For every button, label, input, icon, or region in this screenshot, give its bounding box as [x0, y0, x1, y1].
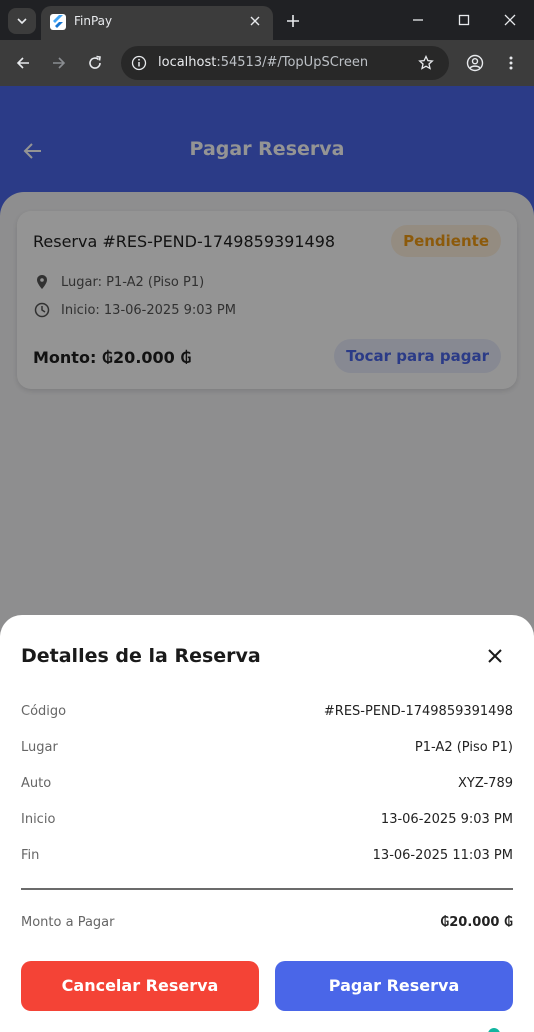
app-viewport: Pagar Reserva Reserva #RES-PEND-17498593…	[0, 86, 534, 1032]
plus-icon	[287, 15, 299, 27]
detail-label: Código	[21, 704, 67, 719]
modal-title: Detalles de la Reserva	[21, 645, 261, 667]
detail-value: 13-06-2025 11:03 PM	[372, 848, 513, 863]
back-nav-button[interactable]	[11, 51, 35, 75]
new-tab-button[interactable]	[281, 9, 305, 33]
cancel-reservation-button[interactable]: Cancelar Reserva	[21, 961, 259, 1011]
reload-icon	[89, 55, 101, 69]
close-window-button[interactable]	[497, 8, 523, 32]
browser-tabstrip: FinPay	[0, 0, 534, 40]
detail-value: 13-06-2025 9:03 PM	[380, 812, 513, 827]
detail-value: P1-A2 (Piso P1)	[414, 740, 513, 755]
maximize-button[interactable]	[451, 8, 477, 32]
tab-search-button[interactable]	[8, 8, 36, 34]
close-icon	[488, 649, 502, 663]
address-bar[interactable]: localhost:54513/#/TopUpSCreen	[121, 46, 449, 80]
close-icon	[504, 14, 516, 26]
url-path: :54513/#/TopUpSCreen	[216, 55, 369, 70]
detail-value: #RES-PEND-1749859391498	[323, 704, 513, 719]
detail-row-car: Auto XYZ-789	[21, 776, 513, 796]
forward-nav-button[interactable]	[47, 51, 71, 75]
flutter-icon	[50, 14, 66, 30]
minimize-icon	[413, 19, 423, 21]
reservation-details-sheet: Detalles de la Reserva Código #RES-PEND-…	[0, 615, 534, 1032]
divider	[21, 888, 513, 890]
url-text: localhost:54513/#/TopUpSCreen	[158, 55, 368, 70]
arrow-right-icon	[53, 57, 66, 69]
more-vert-icon	[509, 56, 513, 70]
detail-label: Fin	[21, 848, 40, 863]
arrow-left-icon	[16, 57, 29, 69]
maximize-icon	[458, 14, 470, 26]
detail-row-code: Código #RES-PEND-1749859391498	[21, 704, 513, 724]
browser-toolbar: localhost:54513/#/TopUpSCreen	[0, 40, 534, 86]
close-button[interactable]	[484, 645, 506, 667]
url-host: localhost	[158, 55, 217, 70]
profile-button[interactable]	[463, 51, 487, 75]
detail-row-end: Fin 13-06-2025 11:03 PM	[21, 848, 513, 868]
total-value: ₲20.000 ₲	[440, 915, 513, 930]
total-label: Monto a Pagar	[21, 915, 115, 930]
detail-value: XYZ-789	[457, 776, 513, 791]
detail-label: Inicio	[21, 812, 56, 827]
info-icon[interactable]	[130, 54, 148, 72]
browser-tab[interactable]: FinPay	[41, 6, 273, 40]
menu-button[interactable]	[499, 51, 523, 75]
reload-button[interactable]	[83, 51, 107, 75]
star-icon[interactable]	[417, 54, 435, 72]
detail-row-place: Lugar P1-A2 (Piso P1)	[21, 740, 513, 760]
total-row: Monto a Pagar ₲20.000 ₲	[21, 915, 513, 935]
pay-reservation-button[interactable]: Pagar Reserva	[275, 961, 513, 1011]
tab-close-icon[interactable]	[245, 11, 265, 31]
account-icon	[466, 54, 484, 72]
detail-row-start: Inicio 13-06-2025 9:03 PM	[21, 812, 513, 832]
detail-label: Auto	[21, 776, 52, 791]
chevron-down-icon	[17, 18, 27, 25]
minimize-button[interactable]	[405, 8, 431, 32]
tab-title: FinPay	[74, 14, 113, 28]
detail-label: Lugar	[21, 740, 58, 755]
